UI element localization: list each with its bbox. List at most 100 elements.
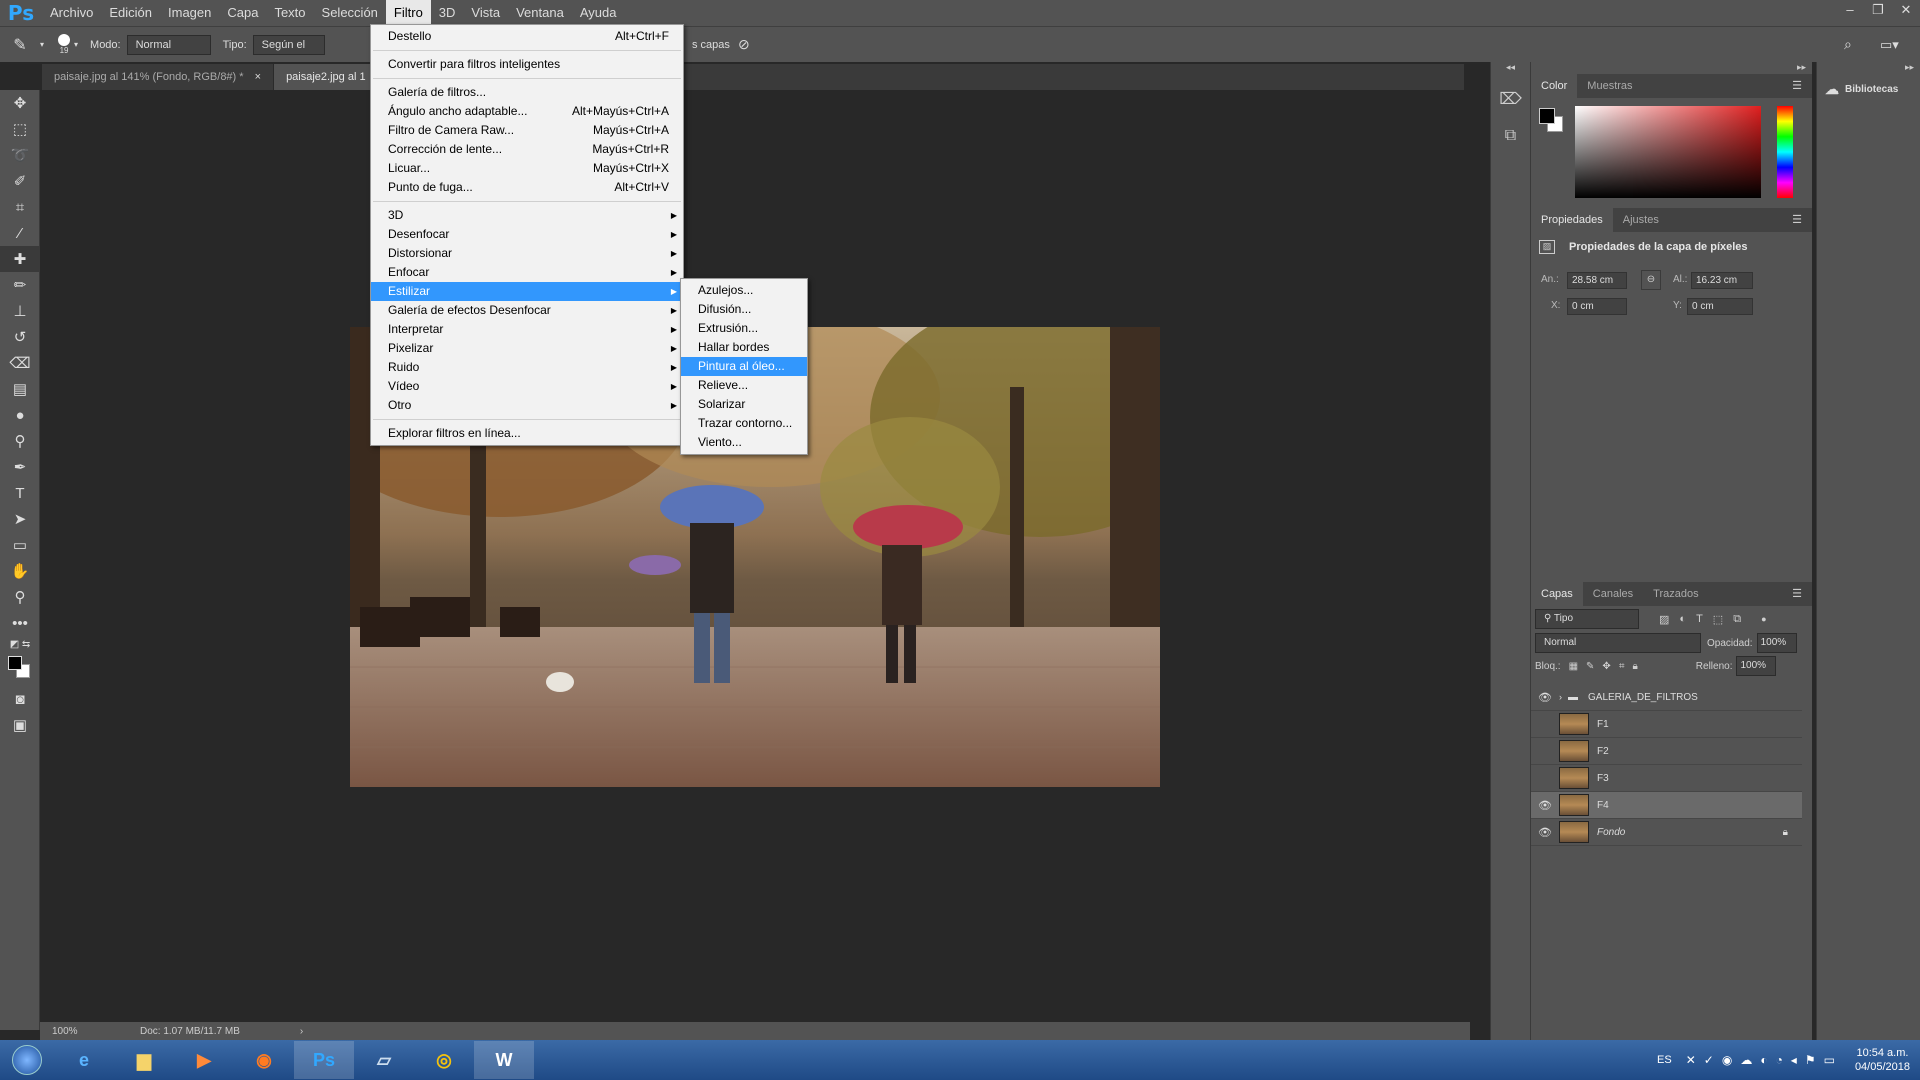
sample-all-layers-label[interactable]: s capas bbox=[692, 39, 730, 51]
filter-shape-icon[interactable]: ⬚ bbox=[1713, 613, 1723, 626]
tab-color[interactable]: Color bbox=[1531, 74, 1578, 98]
layer-row[interactable]: 👁︎ F4 bbox=[1531, 792, 1802, 819]
menu-ayuda[interactable]: Ayuda bbox=[572, 0, 625, 26]
quick-selection-tool-icon[interactable]: ✐ bbox=[0, 168, 40, 194]
opacity-field[interactable]: 100% bbox=[1756, 633, 1797, 653]
tab-trazados[interactable]: Trazados bbox=[1643, 582, 1708, 606]
blur-tool-icon[interactable]: ● bbox=[0, 402, 40, 428]
filter-toggle-icon[interactable]: ● bbox=[1761, 614, 1766, 624]
zoom-level[interactable]: 100% bbox=[40, 1026, 100, 1037]
photoshop-taskbar-icon[interactable]: Ps bbox=[294, 1041, 354, 1079]
crop-tool-icon[interactable]: ⌗ bbox=[0, 194, 40, 220]
color-swatches[interactable] bbox=[0, 652, 39, 686]
quick-mask-icon[interactable]: ◙ bbox=[0, 686, 40, 712]
expand-arrow-icon[interactable]: ▸▸ bbox=[1531, 62, 1812, 74]
chrome-icon[interactable]: ◎ bbox=[414, 1041, 474, 1079]
rectangle-tool-icon[interactable]: ▭ bbox=[0, 532, 40, 558]
collapse-arrow-icon[interactable]: ◂◂ bbox=[1491, 62, 1530, 73]
tab-muestras[interactable]: Muestras bbox=[1577, 74, 1642, 98]
color-field[interactable] bbox=[1575, 106, 1761, 198]
eyedropper-tool-icon[interactable]: ⁄ bbox=[0, 220, 40, 246]
history-icon[interactable]: ⌦ bbox=[1491, 89, 1530, 109]
search-icon[interactable]: ⌕ bbox=[1844, 36, 1852, 53]
panel-menu-icon[interactable]: ☰ bbox=[1782, 582, 1812, 606]
menu-item-explorar[interactable]: Explorar filtros en línea... bbox=[371, 424, 683, 443]
clock[interactable]: 10:54 a.m. 04/05/2018 bbox=[1855, 1046, 1910, 1074]
menu-vista[interactable]: Vista bbox=[463, 0, 508, 26]
submenu-desenfocar[interactable]: Desenfocar ▶ bbox=[371, 225, 683, 244]
tab-paisaje2[interactable]: paisaje2.jpg al 1 bbox=[274, 64, 379, 90]
menu-item-pintura-oleo[interactable]: Pintura al óleo... bbox=[681, 357, 807, 376]
menu-texto[interactable]: Texto bbox=[266, 0, 313, 26]
menu-imagen[interactable]: Imagen bbox=[160, 0, 219, 26]
submenu-galeria-desenfocar[interactable]: Galería de efectos Desenfocar ▶ bbox=[371, 301, 683, 320]
default-colors-icon[interactable]: ◩ ⇆ bbox=[0, 636, 40, 652]
panel-menu-icon[interactable]: ☰ bbox=[1782, 74, 1812, 98]
menu-filtro[interactable]: Filtro bbox=[385, 0, 431, 26]
menu-item-viento[interactable]: Viento... bbox=[681, 433, 807, 452]
close-tab-icon[interactable]: × bbox=[255, 71, 261, 83]
marquee-tool-icon[interactable]: ⬚ bbox=[0, 116, 40, 142]
hand-tool-icon[interactable]: ✋ bbox=[0, 558, 40, 584]
menu-item-angulo[interactable]: Ángulo ancho adaptable... Alt+Mayús+Ctrl+… bbox=[371, 102, 683, 121]
lasso-tool-icon[interactable]: ➰ bbox=[0, 142, 40, 168]
tray-icons[interactable]: ✕✓◉☁◐◔◂⚑▭ bbox=[1686, 1053, 1843, 1067]
filter-adjustment-icon[interactable]: ◐ bbox=[1679, 613, 1686, 625]
collapse-arrow-icon[interactable]: ▸▸ bbox=[1817, 62, 1920, 73]
layer-row[interactable]: 👁︎ › ▬ GALERIA_DE_FILTROS bbox=[1531, 684, 1802, 711]
menu-archivo[interactable]: Archivo bbox=[42, 0, 101, 26]
status-arrow-icon[interactable]: › bbox=[300, 1026, 303, 1037]
menu-item-relieve[interactable]: Relieve... bbox=[681, 376, 807, 395]
visibility-eye-icon[interactable]: 👁︎ bbox=[1531, 691, 1559, 704]
zoom-tool-icon[interactable]: ⚲ bbox=[0, 584, 40, 610]
notes-app-icon[interactable]: ▱ bbox=[354, 1041, 414, 1079]
brush-tool-icon[interactable]: ✏ bbox=[0, 272, 40, 298]
internet-explorer-icon[interactable]: e bbox=[54, 1041, 114, 1079]
tab-paisaje[interactable]: paisaje.jpg al 141% (Fondo, RGB/8#) * × bbox=[42, 64, 275, 90]
menu-item-hallar-bordes[interactable]: Hallar bordes bbox=[681, 338, 807, 357]
tab-canales[interactable]: Canales bbox=[1583, 582, 1643, 606]
path-selection-tool-icon[interactable]: ➤ bbox=[0, 506, 40, 532]
file-explorer-icon[interactable]: ▆ bbox=[114, 1041, 174, 1079]
submenu-3d[interactable]: 3D ▶ bbox=[371, 206, 683, 225]
filter-pixel-icon[interactable]: ▨ bbox=[1659, 613, 1669, 626]
menu-edicion[interactable]: Edición bbox=[101, 0, 160, 26]
menu-seleccion[interactable]: Selección bbox=[314, 0, 386, 26]
language-indicator[interactable]: ES bbox=[1657, 1054, 1672, 1066]
group-expand-icon[interactable]: › bbox=[1559, 692, 1562, 702]
workspace-icon[interactable]: ▭▾ bbox=[1880, 37, 1899, 53]
menu-item-destello[interactable]: Destello Alt+Ctrl+F bbox=[371, 27, 683, 46]
layer-row[interactable]: F1 bbox=[1531, 711, 1802, 738]
menu-item-extrusion[interactable]: Extrusión... bbox=[681, 319, 807, 338]
brush-dropdown-icon[interactable]: ▾ bbox=[74, 40, 78, 49]
visibility-eye-icon[interactable]: 👁︎ bbox=[1531, 799, 1559, 812]
eraser-tool-icon[interactable]: ⌫ bbox=[0, 350, 40, 376]
link-icon[interactable]: ⊖ bbox=[1641, 270, 1661, 290]
x-field[interactable]: 0 cm bbox=[1567, 298, 1627, 315]
layer-row[interactable]: F2 bbox=[1531, 738, 1802, 765]
submenu-otro[interactable]: Otro ▶ bbox=[371, 396, 683, 415]
clone-stamp-tool-icon[interactable]: ⊥ bbox=[0, 298, 40, 324]
gradient-tool-icon[interactable]: ▤ bbox=[0, 376, 40, 402]
y-field[interactable]: 0 cm bbox=[1687, 298, 1753, 315]
menu-item-solarizar[interactable]: Solarizar bbox=[681, 395, 807, 414]
menu-item-punto-fuga[interactable]: Punto de fuga... Alt+Ctrl+V bbox=[371, 178, 683, 197]
dodge-tool-icon[interactable]: ⚲ bbox=[0, 428, 40, 454]
menu-item-difusion[interactable]: Difusión... bbox=[681, 300, 807, 319]
submenu-pixelizar[interactable]: Pixelizar ▶ bbox=[371, 339, 683, 358]
hue-slider[interactable] bbox=[1777, 106, 1793, 198]
history-brush-tool-icon[interactable]: ↺ bbox=[0, 324, 40, 350]
libraries-button[interactable]: ☁ Bibliotecas bbox=[1817, 73, 1920, 106]
menu-capa[interactable]: Capa bbox=[219, 0, 266, 26]
more-tools-icon[interactable]: ••• bbox=[0, 610, 40, 636]
move-tool-icon[interactable]: ✥ bbox=[0, 90, 40, 116]
filter-type-icon[interactable]: T bbox=[1696, 613, 1703, 625]
screen-mode-icon[interactable]: ▣ bbox=[0, 712, 40, 738]
actions-icon[interactable]: ⧉ bbox=[1491, 127, 1530, 145]
menu-item-galeria[interactable]: Galería de filtros... bbox=[371, 83, 683, 102]
pen-tool-icon[interactable]: ✒ bbox=[0, 454, 40, 480]
menu-ventana[interactable]: Ventana bbox=[508, 0, 572, 26]
submenu-distorsionar[interactable]: Distorsionar ▶ bbox=[371, 244, 683, 263]
brush-preview[interactable]: 19 bbox=[58, 34, 71, 55]
minimize-icon[interactable]: – bbox=[1836, 0, 1864, 22]
